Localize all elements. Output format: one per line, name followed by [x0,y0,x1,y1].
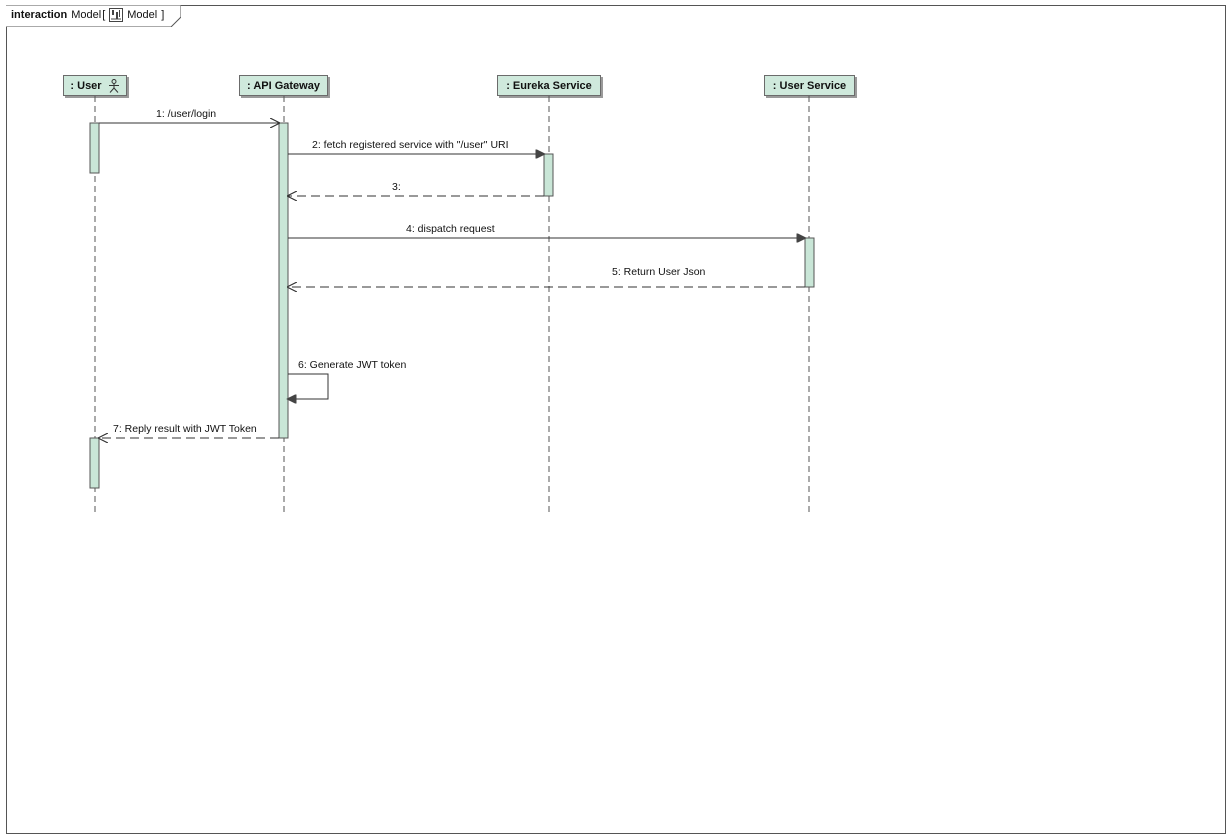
activation-user-1[interactable] [89,122,100,174]
diagram-lines [89,96,815,513]
activation-user-2[interactable] [89,437,100,489]
sequence-diagram: interaction Model [ Model ] : User: API… [0,0,1231,839]
activation-eureka-1[interactable] [543,153,554,197]
message-label-1: 1: /user/login [156,108,217,120]
activation-userservice-1[interactable] [804,237,815,288]
message-label-7: 7: Reply result with JWT Token [113,423,257,435]
activation-gateway-1[interactable] [278,122,289,439]
message-label-5: 5: Return User Json [612,266,706,278]
message-label-2: 2: fetch registered service with "/user"… [312,139,509,151]
message-arrow-6[interactable] [288,373,329,399]
message-label-4: 4: dispatch request [406,223,495,235]
message-label-6: 6: Generate JWT token [298,359,407,371]
message-label-3: 3: [392,181,401,193]
